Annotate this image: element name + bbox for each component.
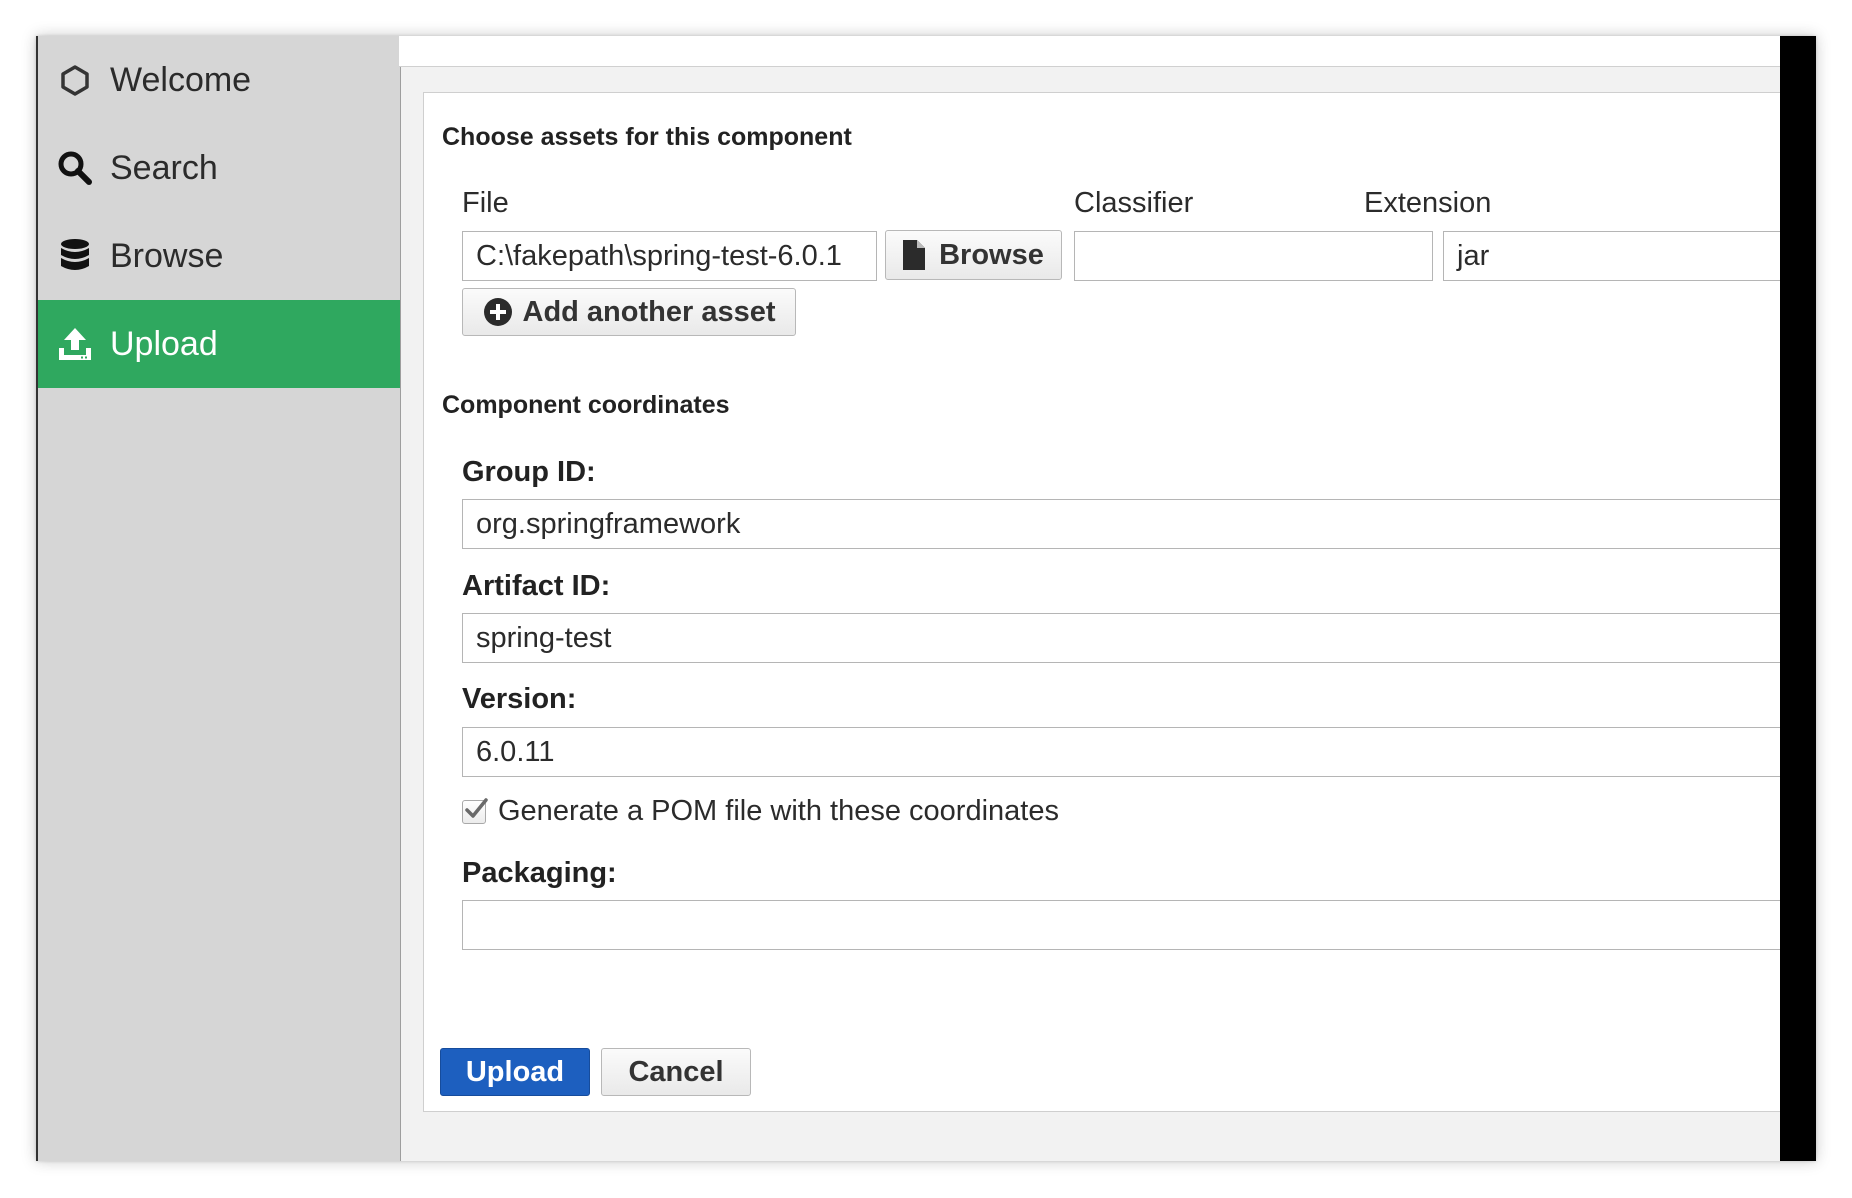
search-icon [56,149,94,187]
sidebar-item-welcome[interactable]: Welcome [38,36,400,124]
upload-icon [56,325,94,363]
assets-section-title: Choose assets for this component [442,123,852,151]
artifact-id-label: Artifact ID: [462,570,611,602]
sidebar-item-upload[interactable]: Upload [38,300,400,388]
group-id-label: Group ID: [462,456,596,488]
generate-pom-label: Generate a POM file with these coordinat… [498,795,1059,827]
sidebar-item-label: Search [110,148,218,187]
version-field[interactable]: 6.0.11 [462,727,1782,777]
database-icon [56,237,94,275]
sidebar-item-label: Browse [110,236,224,275]
add-asset-label: Add another asset [522,295,776,328]
add-asset-button[interactable]: Add another asset [462,288,796,336]
coordinates-section-title: Component coordinates [442,391,730,419]
version-label: Version: [462,683,577,715]
artifact-id-field[interactable]: spring-test [462,613,1782,663]
upload-button[interactable]: Upload [440,1048,590,1096]
generate-pom-row: Generate a POM file with these coordinat… [462,795,1059,828]
hexagon-icon [56,61,94,99]
extension-column-label: Extension [1364,187,1492,219]
generate-pom-checkbox[interactable] [462,797,488,824]
group-id-field[interactable]: org.springframework [462,499,1782,549]
plus-circle-icon [483,297,513,327]
packaging-label: Packaging: [462,857,617,889]
sidebar: Welcome Search Browse Upload [36,36,401,1161]
browse-button[interactable]: Browse [885,230,1062,280]
checkmark-icon [465,797,488,818]
sidebar-item-search[interactable]: Search [38,124,400,212]
classifier-field[interactable] [1074,231,1433,281]
browse-button-label: Browse [939,238,1044,271]
cancel-button[interactable]: Cancel [601,1048,751,1096]
classifier-column-label: Classifier [1074,187,1194,219]
file-path-field[interactable]: C:\fakepath\spring-test-6.0.1 [462,231,877,281]
packaging-field[interactable] [462,900,1782,950]
window-edge-bar [1780,36,1816,1161]
sidebar-item-label: Welcome [110,60,252,99]
top-strip [399,36,1780,67]
app-window: Welcome Search Browse Upload Choose asse… [36,36,1816,1161]
upload-form-panel: Choose assets for this component File Cl… [423,92,1782,1112]
extension-field[interactable]: jar [1443,231,1782,281]
sidebar-item-browse[interactable]: Browse [38,212,400,300]
file-column-label: File [462,187,509,219]
sidebar-item-label: Upload [110,324,218,363]
file-icon [903,240,926,270]
